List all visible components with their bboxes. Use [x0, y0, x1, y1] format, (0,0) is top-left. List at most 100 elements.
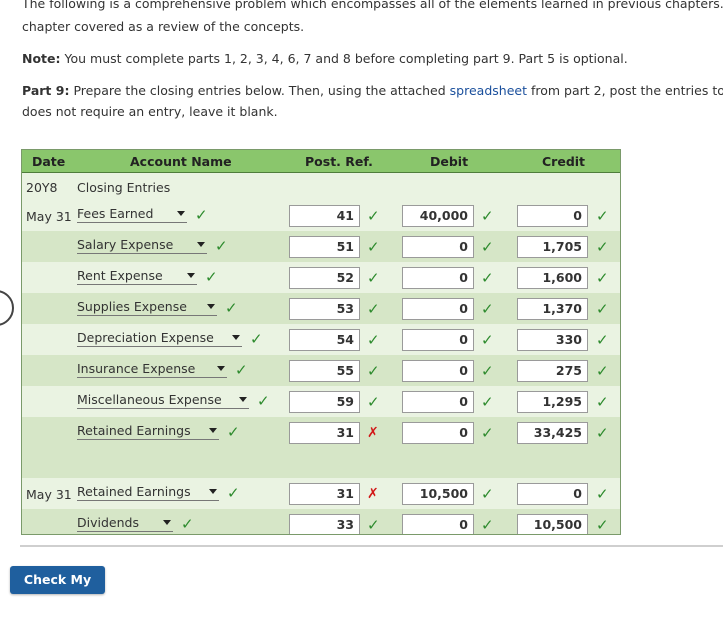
note-paragraph: Note: You must complete parts 1, 2, 3, 4… [22, 51, 628, 66]
debit-input[interactable]: 10,500 [402, 483, 474, 505]
debit-input[interactable]: 40,000 [402, 205, 474, 227]
post-ref-input[interactable]: 51 [289, 236, 360, 258]
account-check-icon: ✓ [225, 299, 238, 317]
post-ref-input[interactable]: 31 [289, 483, 360, 505]
post-ref-input[interactable]: 33 [289, 514, 360, 534]
credit-input[interactable]: 33,425 [517, 422, 588, 444]
check-my-work-button[interactable]: Check My Work [10, 566, 105, 615]
row-date: May 31 [26, 487, 72, 502]
account-select-value: Retained Earnings [77, 484, 191, 499]
table-row: Miscellaneous Expense ✓ 59 ✓ 0 ✓ 1,295 ✓ [22, 386, 620, 417]
debit-input[interactable]: 0 [402, 329, 474, 351]
account-select[interactable]: Insurance Expense [77, 361, 227, 378]
debit-check-icon: ✓ [481, 393, 494, 411]
post-ref-input[interactable]: 31 [289, 422, 360, 444]
credit-check-icon: ✓ [596, 516, 609, 534]
credit-input[interactable]: 330 [517, 329, 588, 351]
debit-input[interactable]: 0 [402, 514, 474, 534]
debit-check-icon: ✓ [481, 238, 494, 256]
table-row: Dividends ✓ 33 ✓ 0 ✓ 10,500 ✓ [22, 509, 620, 534]
spacer-row [22, 448, 620, 478]
credit-input[interactable]: 0 [517, 483, 588, 505]
debit-input[interactable]: 0 [402, 267, 474, 289]
chevron-down-icon [209, 489, 217, 494]
chevron-down-icon [187, 273, 195, 278]
account-check-icon: ✓ [235, 361, 248, 379]
credit-check-icon: ✓ [596, 331, 609, 349]
credit-check-icon: ✓ [596, 300, 609, 318]
post-ref-input[interactable]: 52 [289, 267, 360, 289]
header-post-ref: Post. Ref. [305, 154, 373, 169]
spreadsheet-link[interactable]: spreadsheet [450, 83, 527, 98]
post-ref-check-icon: ✓ [367, 269, 380, 287]
account-select[interactable]: Depreciation Expense [77, 330, 242, 347]
debit-check-icon: ✓ [481, 362, 494, 380]
credit-check-icon: ✓ [596, 393, 609, 411]
year-row: 20Y8 Closing Entries [22, 173, 620, 200]
account-check-icon: ✓ [195, 206, 208, 224]
row-date: May 31 [26, 209, 72, 224]
account-select[interactable]: Fees Earned [77, 206, 187, 223]
debit-check-icon: ✓ [481, 207, 494, 225]
debit-check-icon: ✓ [481, 300, 494, 318]
post-ref-input[interactable]: 53 [289, 298, 360, 320]
account-check-icon: ✓ [227, 423, 240, 441]
chevron-down-icon [239, 397, 247, 402]
account-select[interactable]: Dividends [77, 515, 173, 532]
credit-check-icon: ✓ [596, 424, 609, 442]
debit-check-icon: ✓ [481, 485, 494, 503]
chevron-down-icon [217, 366, 225, 371]
post-ref-input[interactable]: 55 [289, 360, 360, 382]
account-select[interactable]: Miscellaneous Expense [77, 392, 249, 409]
section-title: Closing Entries [77, 180, 171, 195]
credit-input[interactable]: 1,600 [517, 267, 588, 289]
credit-input[interactable]: 275 [517, 360, 588, 382]
table-row: Retained Earnings ✓ 31 ✗ 0 ✓ 33,425 ✓ [22, 417, 620, 448]
credit-check-icon: ✓ [596, 238, 609, 256]
credit-check-icon: ✓ [596, 207, 609, 225]
credit-check-icon: ✓ [596, 485, 609, 503]
post-ref-cross-icon: ✗ [367, 425, 379, 441]
part9-text-after: from part 2, post the entries to yo [530, 83, 723, 98]
table-row: Depreciation Expense ✓ 54 ✓ 0 ✓ 330 ✓ [22, 324, 620, 355]
post-ref-cross-icon: ✗ [367, 486, 379, 502]
account-check-icon: ✓ [181, 515, 194, 533]
post-ref-input[interactable]: 59 [289, 391, 360, 413]
post-ref-check-icon: ✓ [367, 300, 380, 318]
account-select-value: Retained Earnings [77, 423, 191, 438]
year-label: 20Y8 [26, 180, 58, 195]
part9-label: Part 9: [22, 83, 70, 98]
credit-input[interactable]: 10,500 [517, 514, 588, 534]
debit-input[interactable]: 0 [402, 236, 474, 258]
chevron-down-icon [209, 428, 217, 433]
circle-icon [0, 290, 14, 326]
debit-input[interactable]: 0 [402, 360, 474, 382]
debit-input[interactable]: 0 [402, 391, 474, 413]
post-ref-input[interactable]: 41 [289, 205, 360, 227]
account-select[interactable]: Salary Expense [77, 237, 207, 254]
account-check-icon: ✓ [250, 330, 263, 348]
credit-input[interactable]: 1,370 [517, 298, 588, 320]
credit-input[interactable]: 0 [517, 205, 588, 227]
account-select[interactable]: Rent Expense [77, 268, 197, 285]
account-check-icon: ✓ [227, 484, 240, 502]
post-ref-input[interactable]: 54 [289, 329, 360, 351]
chevron-down-icon [207, 304, 215, 309]
account-select-value: Rent Expense [77, 268, 163, 283]
post-ref-check-icon: ✓ [367, 362, 380, 380]
credit-input[interactable]: 1,295 [517, 391, 588, 413]
account-select-value: Dividends [77, 515, 139, 530]
chevron-down-icon [163, 520, 171, 525]
account-select[interactable]: Retained Earnings [77, 484, 219, 501]
intro-line-2: chapter covered as a review of the conce… [22, 19, 305, 34]
chevron-down-icon [197, 242, 205, 247]
debit-input[interactable]: 0 [402, 298, 474, 320]
table-row: Rent Expense ✓ 52 ✓ 0 ✓ 1,600 ✓ [22, 262, 620, 293]
part9-text-before: Prepare the closing entries below. Then,… [73, 83, 446, 98]
post-ref-check-icon: ✓ [367, 516, 380, 534]
account-select[interactable]: Supplies Expense [77, 299, 217, 316]
credit-check-icon: ✓ [596, 269, 609, 287]
credit-input[interactable]: 1,705 [517, 236, 588, 258]
account-select[interactable]: Retained Earnings [77, 423, 219, 440]
debit-input[interactable]: 0 [402, 422, 474, 444]
